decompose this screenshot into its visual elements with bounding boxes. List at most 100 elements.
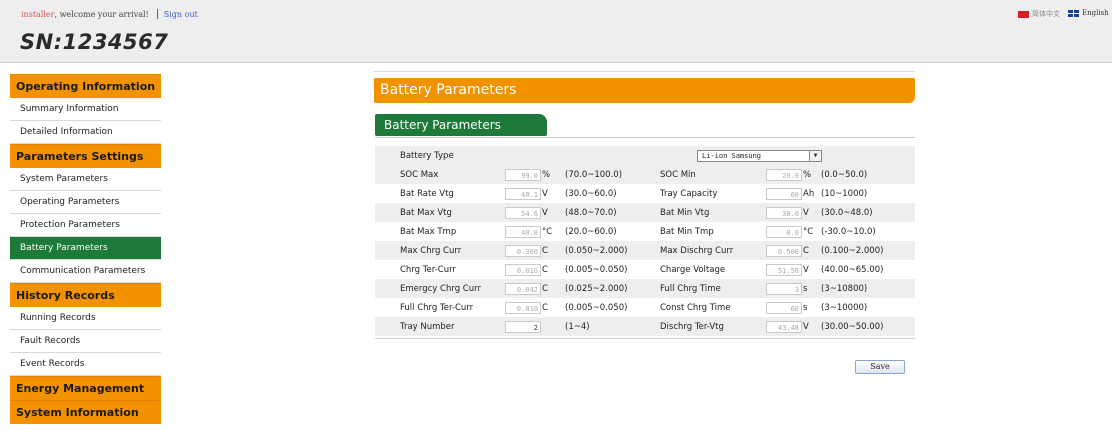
table-row: Emergcy Chrg Curr 0.042 C (0.025~2.000) Full… [375, 279, 915, 298]
param-range-right: (3~10000) [821, 302, 868, 313]
sidebar-group-history-records[interactable]: History Records [10, 283, 161, 307]
param-range-left: (0.005~0.050) [565, 264, 628, 275]
param-value-right[interactable]: 0.0 [766, 225, 802, 238]
param-label-right: Full Chrg Time [660, 279, 766, 298]
divider [374, 71, 915, 72]
sidebar-item-detailed-information[interactable]: Detailed Information [10, 121, 161, 144]
param-range-left: (0.005~0.050) [565, 302, 628, 313]
sidebar: Operating Information Summary Informatio… [10, 74, 161, 424]
sidebar-item-running-records[interactable]: Running Records [10, 307, 161, 330]
section-tab-battery-parameters: Battery Parameters [375, 114, 547, 136]
param-label-left: SOC Max [375, 165, 505, 184]
lang-english-label: English [1082, 9, 1109, 17]
param-unit-left: C [542, 283, 548, 294]
param-value-right[interactable]: 60 [766, 301, 802, 314]
param-range-right: (0.100~2.000) [821, 241, 915, 260]
param-label-left: Full Chrg Ter-Curr [400, 302, 474, 313]
table-row: Bat Max Tmp 40.0 °C (20.0~60.0) Bat Min Tmp 0… [375, 222, 915, 241]
sidebar-item-protection-parameters[interactable]: Protection Parameters [10, 214, 161, 237]
param-unit-left: C [542, 245, 548, 256]
param-range-right: (40.00~65.00) [821, 264, 884, 275]
param-value-left[interactable]: 48.1 [505, 187, 541, 200]
param-range-right: (-30.0~10.0) [821, 226, 876, 237]
page-title: Battery Parameters [374, 78, 915, 103]
china-flag-icon [1018, 10, 1029, 18]
param-label-left: Tray Number [375, 317, 505, 336]
param-label-right: SOC Min [660, 165, 766, 184]
dropdown-arrow-icon: ▼ [809, 150, 821, 161]
param-value-right[interactable]: 3 [766, 282, 802, 295]
param-label-right: Max Dischrg Curr [660, 241, 766, 260]
param-unit-left: °C [542, 226, 553, 237]
param-unit-left: C [542, 264, 548, 275]
param-rows: SOC Max 99.0% (70.0~100.0) SOC Min 20.0% (0.0… [375, 165, 915, 336]
sidebar-group-operating-information[interactable]: Operating Information [10, 74, 161, 98]
param-value-left[interactable]: 0.042 [505, 282, 541, 295]
table-row: SOC Max 99.0% (70.0~100.0) SOC Min 20.0% (0.0… [375, 165, 915, 184]
param-value-left[interactable]: 0.300 [505, 244, 541, 257]
sidebar-item-system-parameters[interactable]: System Parameters [10, 168, 161, 191]
sidebar-item-communication-parameters[interactable]: Communication Parameters [10, 260, 161, 283]
table-row: Chrg Ter-Curr 0.010 C (0.005~0.050) Charge V… [375, 260, 915, 279]
param-value-left[interactable]: 0.010 [505, 263, 541, 276]
battery-type-select[interactable]: Li-ion Samsung ▼ [697, 149, 822, 162]
sidebar-item-fault-records[interactable]: Fault Records [10, 330, 161, 353]
table-row: Tray Number 2 (1~4) Dischrg Ter-Vtg 43.48 V (3… [375, 317, 915, 336]
param-value-right[interactable]: 20.0 [766, 168, 802, 181]
param-range-left: (1~4) [565, 317, 660, 336]
param-unit-right: V [803, 207, 809, 218]
param-value-right[interactable]: 38.0 [766, 206, 802, 219]
lang-chinese-label: 简体中文 [1032, 10, 1060, 18]
lang-english[interactable]: English [1068, 9, 1109, 17]
param-value-right[interactable]: 60 [766, 187, 802, 200]
sign-out-link[interactable]: Sign out [164, 10, 198, 19]
sidebar-item-event-records[interactable]: Event Records [10, 353, 161, 376]
param-value-left[interactable]: 40.0 [505, 225, 541, 238]
sidebar-group-energy-management[interactable]: Energy Management [10, 376, 161, 400]
top-header: installer , welcome your arrival! Sign o… [0, 0, 1112, 63]
param-label-right: Const Chrg Time [660, 302, 731, 313]
sidebar-group-parameters-settings[interactable]: Parameters Settings [10, 144, 161, 168]
param-label-left: Bat Rate Vtg [400, 188, 454, 199]
param-range-left: (0.050~2.000) [565, 241, 660, 260]
param-value-right[interactable]: 51.56 [766, 263, 802, 276]
param-unit-right: s [803, 302, 808, 313]
param-label-left: Emergcy Chrg Curr [375, 279, 505, 298]
divider [375, 137, 915, 138]
param-value-right[interactable]: 43.48 [766, 320, 802, 333]
param-label-left: Max Chrg Curr [375, 241, 505, 260]
param-label-left: Chrg Ter-Curr [400, 264, 456, 275]
param-value-left[interactable]: 54.6 [505, 206, 541, 219]
sidebar-group-system-information[interactable]: System Information [10, 400, 161, 424]
param-unit-left: % [542, 169, 551, 180]
battery-parameters-table: Battery Type Li-ion Samsung ▼ SOC Max 99.… [375, 146, 915, 336]
param-unit-left: V [542, 207, 548, 218]
param-label-right: Tray Capacity [660, 188, 718, 199]
sidebar-item-summary-information[interactable]: Summary Information [10, 98, 161, 121]
param-value-right[interactable]: 0.500 [766, 244, 802, 257]
table-row: Battery Type Li-ion Samsung ▼ [375, 146, 915, 165]
param-unit-right: V [803, 321, 809, 332]
param-label-right: Dischrg Ter-Vtg [660, 317, 766, 336]
sidebar-item-operating-parameters[interactable]: Operating Parameters [10, 191, 161, 214]
param-value-left[interactable]: 0.010 [505, 301, 541, 314]
param-value-left[interactable]: 2 [505, 320, 541, 333]
lang-chinese[interactable]: 简体中文 [1018, 9, 1060, 19]
param-range-right: (30.0~48.0) [821, 203, 915, 222]
param-unit-right: C [803, 245, 809, 256]
battery-type-value: Li-ion Samsung [702, 151, 762, 160]
save-button[interactable]: Save [855, 360, 905, 374]
param-range-left: (20.0~60.0) [565, 226, 617, 237]
param-range-left: (30.0~60.0) [565, 188, 617, 199]
username: installer [21, 9, 55, 19]
param-range-right: (3~10800) [821, 279, 915, 298]
param-label-right: Charge Voltage [660, 264, 726, 275]
sidebar-item-battery-parameters[interactable]: Battery Parameters [10, 237, 161, 260]
param-value-left[interactable]: 99.0 [505, 168, 541, 181]
uk-flag-icon [1068, 9, 1079, 17]
param-range-left: (48.0~70.0) [565, 203, 660, 222]
welcome-text: , welcome your arrival! [54, 9, 149, 19]
serial-number: SN:1234567 [20, 30, 169, 54]
param-range-right: (0.0~50.0) [821, 165, 915, 184]
param-label-right: Bat Min Tmp [660, 226, 714, 237]
